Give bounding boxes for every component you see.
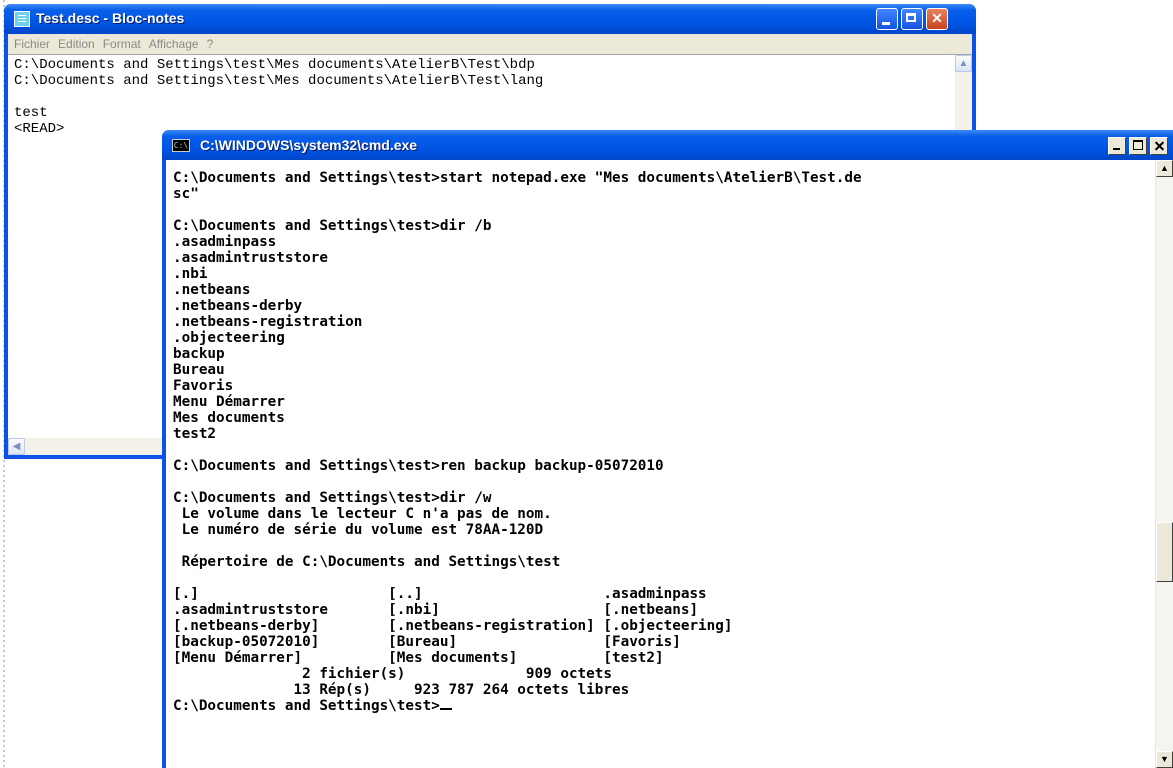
cmd-prompt: C:\Documents and Settings\test> [173,698,440,714]
cmd-title-bar[interactable]: C:\ C:\WINDOWS\system32\cmd.exe [162,130,1173,160]
menu-affichage[interactable]: Affichage [147,34,205,54]
menu-help[interactable]: ? [205,34,220,54]
cmd-console-area[interactable]: C:\Documents and Settings\test>start not… [166,160,1173,768]
cmd-output[interactable]: C:\Documents and Settings\test>start not… [173,170,862,714]
notepad-scroll-left-button[interactable]: ◀ [8,438,25,455]
cmd-close-button[interactable] [1150,137,1168,155]
console-icon: C:\ [172,139,190,152]
text-cursor [439,708,452,710]
menu-format[interactable]: Format [101,34,147,54]
notepad-close-button[interactable]: ✕ [926,8,948,30]
cmd-scroll-down-button[interactable]: ▼ [1156,751,1173,768]
cmd-minimize-button[interactable] [1108,137,1126,155]
notepad-menu-bar: Fichier Edition Format Affichage ? [8,34,972,54]
cmd-maximize-button[interactable] [1129,137,1147,155]
notepad-title: Test.desc - Bloc-notes [36,10,185,26]
notepad-title-bar[interactable]: Test.desc - Bloc-notes ✕ [4,4,976,34]
notepad-icon [14,11,30,27]
cmd-window[interactable]: C:\ C:\WINDOWS\system32\cmd.exe C:\Docum… [162,130,1173,768]
cmd-title: C:\WINDOWS\system32\cmd.exe [200,137,418,153]
notepad-maximize-button[interactable] [901,8,923,30]
cmd-scroll-thumb[interactable] [1156,522,1173,582]
cmd-scroll-up-button[interactable]: ▲ [1156,160,1173,177]
cmd-output-text: C:\Documents and Settings\test>start not… [173,170,862,698]
menu-edition[interactable]: Edition [56,34,101,54]
notepad-scroll-up-button[interactable]: ▲ [955,55,972,72]
notepad-minimize-button[interactable] [876,8,898,30]
notepad-content[interactable]: C:\Documents and Settings\test\Mes docum… [14,57,543,137]
cmd-vertical-scrollbar[interactable]: ▲ ▼ [1155,160,1173,768]
menu-fichier[interactable]: Fichier [12,34,56,54]
